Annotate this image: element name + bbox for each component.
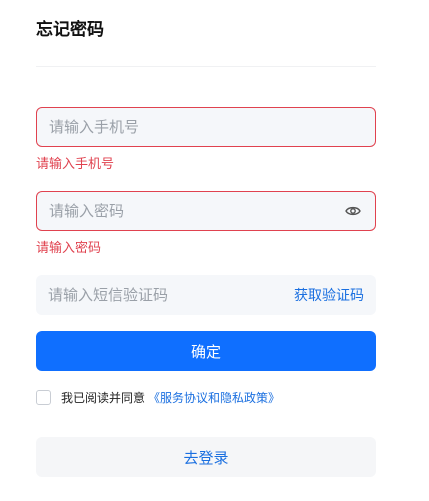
agreement-checkbox[interactable] xyxy=(36,390,51,405)
password-error-message: 请输入密码 xyxy=(36,241,102,256)
password-input[interactable] xyxy=(49,202,343,220)
page-title: 忘记密码 xyxy=(36,20,104,40)
title-divider xyxy=(36,66,376,67)
password-field xyxy=(36,191,376,231)
confirm-button[interactable]: 确定 xyxy=(36,331,376,371)
sms-code-input[interactable] xyxy=(48,286,294,304)
phone-error-message: 请输入手机号 xyxy=(36,157,115,172)
agreement-text: 我已阅读并同意 xyxy=(61,391,146,405)
go-login-button[interactable]: 去登录 xyxy=(36,437,376,477)
forgot-password-page: 忘记密码 请输入手机号 请输入密码 获取验证码 确定 我已阅读并同意 《服务协议… xyxy=(0,0,429,501)
agreement-row: 我已阅读并同意 《服务协议和隐私政策》 xyxy=(36,389,280,406)
eye-icon[interactable] xyxy=(343,201,363,221)
phone-input[interactable] xyxy=(49,118,363,136)
phone-field xyxy=(36,107,376,147)
get-code-button[interactable]: 获取验证码 xyxy=(294,285,364,305)
agreement-link[interactable]: 《服务协议和隐私政策》 xyxy=(148,389,280,406)
sms-code-field: 获取验证码 xyxy=(36,275,376,315)
